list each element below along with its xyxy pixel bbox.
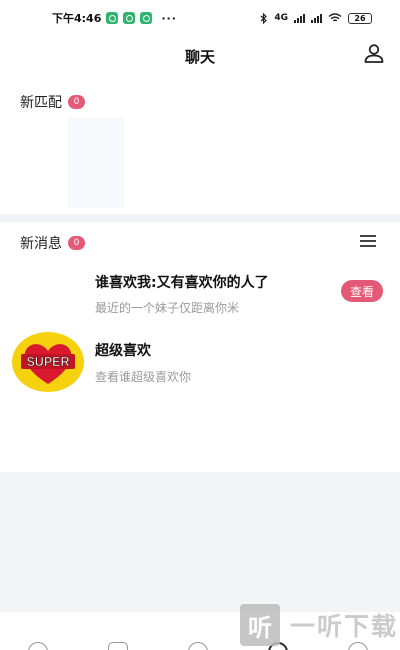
wifi-icon xyxy=(328,13,342,22)
super-avatar-text: SUPER xyxy=(26,355,69,369)
battery-icon: 26 xyxy=(348,12,372,24)
new-matches-badge: 0 xyxy=(68,95,85,109)
status-left: 下午4:46 ··· xyxy=(52,10,177,26)
message-title: 谁喜欢我:又有喜欢你的人了 xyxy=(95,275,269,291)
menu-icon[interactable] xyxy=(360,235,378,249)
new-matches-label: 新匹配 xyxy=(20,95,62,111)
bluetooth-icon xyxy=(260,12,268,24)
profile-button[interactable] xyxy=(362,42,386,66)
empty-list-area xyxy=(0,472,400,612)
status-bar: 下午4:46 ··· 4G 26 xyxy=(0,0,400,36)
status-time: 下午4:46 xyxy=(52,12,102,25)
notification-icon xyxy=(140,12,153,24)
super-heart-icon: SUPER xyxy=(21,344,75,384)
watermark-text: 一听下载 xyxy=(290,612,399,641)
section-divider xyxy=(0,214,400,222)
super-like-avatar: SUPER xyxy=(12,332,84,392)
match-card-placeholder xyxy=(68,118,124,208)
status-right: 4G 26 xyxy=(260,12,372,24)
new-messages-header: 新消息 0 xyxy=(20,233,85,253)
view-button[interactable]: 查看 xyxy=(341,280,383,302)
notification-icon xyxy=(106,12,119,24)
watermark-logo: 听 xyxy=(240,604,280,646)
signal-icon xyxy=(311,13,322,23)
new-matches-list xyxy=(0,110,400,210)
app-header: 聊天 xyxy=(0,38,400,74)
message-title: 超级喜欢 xyxy=(95,343,151,359)
notification-icon xyxy=(123,12,136,24)
signal-icon xyxy=(294,13,305,23)
message-subtitle: 查看谁超级喜欢你 xyxy=(95,370,192,384)
page-title: 聊天 xyxy=(184,47,215,66)
chat-screen: 下午4:46 ··· 4G 26 聊天 新匹配 0 新消息 0 谁喜欢我:又有喜… xyxy=(0,0,400,650)
tab-home-icon[interactable] xyxy=(28,642,48,650)
more-notifications-icon: ··· xyxy=(161,11,177,25)
network-type: 4G xyxy=(274,13,288,23)
tab-like-icon[interactable] xyxy=(188,642,208,650)
watermark: 听 一听下载 xyxy=(240,604,398,646)
user-icon xyxy=(364,44,384,63)
list-item-who-likes-me[interactable]: 谁喜欢我:又有喜欢你的人了 最近的一个妹子仅距离你米 查看 xyxy=(0,262,400,324)
list-item-super-like[interactable]: SUPER 超级喜欢 查看谁超级喜欢你 xyxy=(0,328,400,398)
tab-discover-icon[interactable] xyxy=(108,642,128,650)
new-matches-header: 新匹配 0 xyxy=(20,92,85,112)
message-subtitle: 最近的一个妹子仅距离你米 xyxy=(95,301,240,315)
new-messages-label: 新消息 xyxy=(20,236,62,252)
new-messages-badge: 0 xyxy=(68,236,85,250)
